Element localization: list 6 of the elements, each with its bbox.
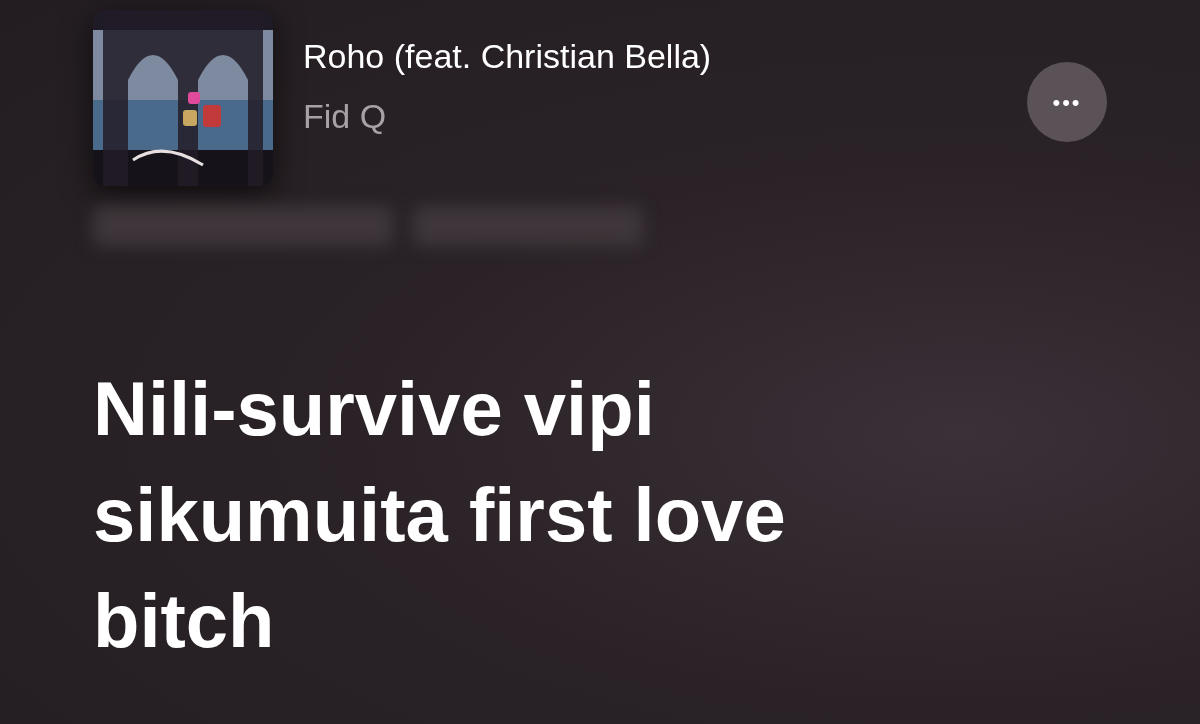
lyric-line: bitch — [93, 577, 276, 665]
artist-name: Fid Q — [303, 96, 388, 137]
lyric-line: sikumuita first love — [93, 471, 787, 559]
lyric-line: Nili-survive vipi — [93, 365, 656, 453]
more-button[interactable]: ••• — [1027, 62, 1107, 142]
song-title: Roho (feat. Christian Bella) — [303, 36, 713, 77]
